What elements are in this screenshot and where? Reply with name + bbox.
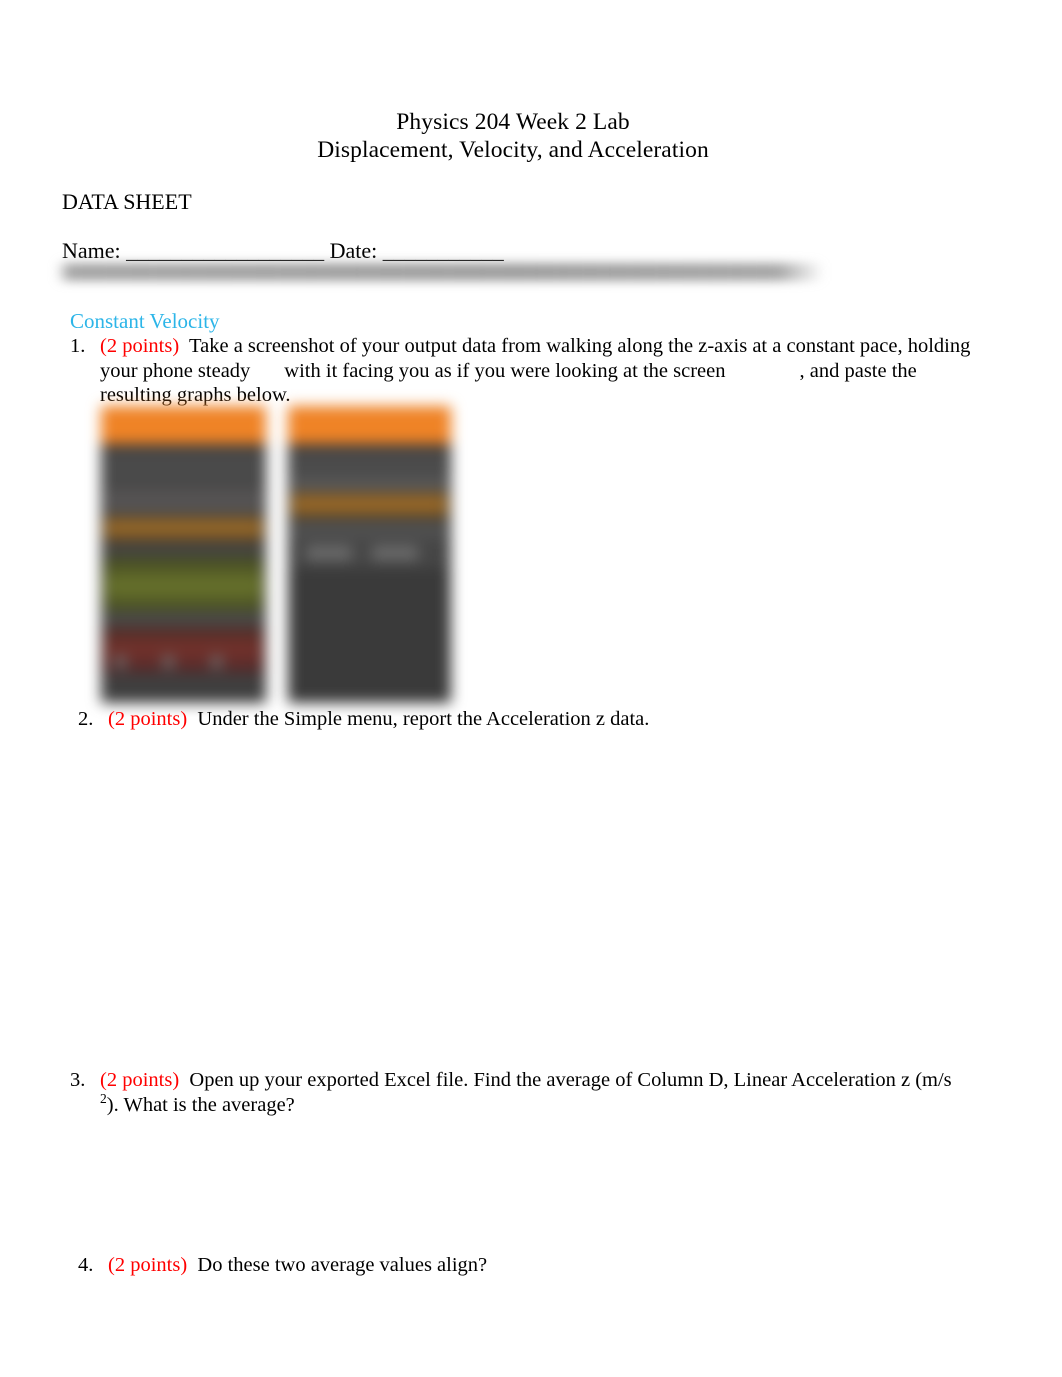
- list-item-body: (2 points) Take a screenshot of your out…: [100, 334, 982, 408]
- screenshot-1-band-b: [104, 488, 263, 514]
- list-item: 3. (2 points) Open up your exported Exce…: [70, 1068, 970, 1117]
- screenshot-1-tick: [163, 656, 174, 668]
- item-3-text-before: Open up your exported Excel file. Find t…: [189, 1069, 952, 1091]
- points-badge: (2 points): [100, 1069, 180, 1091]
- item-4-text: Do these two average values align?: [197, 1254, 488, 1276]
- screenshot-1-red-plot: [104, 626, 263, 678]
- datasheet-label: DATA SHEET: [62, 189, 192, 214]
- list-item-number: 2.: [78, 708, 94, 730]
- item-3-superscript: 2: [100, 1090, 107, 1106]
- list-item-body: (2 points) Under the Simple menu, report…: [108, 707, 958, 732]
- list-item-number: 3.: [70, 1069, 86, 1091]
- screenshot-1-orange-plot: [104, 516, 263, 542]
- list-item-body: (2 points) Open up your exported Excel f…: [100, 1068, 970, 1117]
- screenshot-1-header-bar: [101, 406, 266, 444]
- points-badge: (2 points): [108, 708, 188, 730]
- screenshot-1-green-plot: [104, 556, 263, 616]
- screenshot-2-empty-area: [291, 570, 448, 703]
- title-line-1: Physics 204 Week 2 Lab: [396, 109, 630, 135]
- item-1-text-part-2: with it facing you as if you were lookin…: [284, 359, 726, 382]
- blurred-screenshot-image-2: [288, 406, 451, 703]
- screenshot-2-value-block: [306, 546, 352, 560]
- screenshot-1-band-a: [104, 450, 263, 486]
- screenshot-2-header-bar: [288, 406, 451, 444]
- name-date-field-line: Name: __________________ Date: _________…: [62, 238, 504, 263]
- screenshot-2-band-c: [291, 520, 448, 542]
- list-item-body: (2 points) Do these two average values a…: [108, 1253, 778, 1278]
- blurred-redaction-bar: [56, 263, 824, 281]
- points-badge: (2 points): [100, 335, 180, 357]
- screenshot-1-tick: [211, 656, 222, 668]
- page-title: Physics 204 Week 2 Lab Displacement, Vel…: [0, 108, 1026, 164]
- list-item-number: 1.: [70, 335, 86, 357]
- screenshot-1-band-e: [104, 674, 263, 703]
- screenshot-2-orange-row: [291, 492, 448, 518]
- list-item: 1. (2 points) Take a screenshot of your …: [70, 334, 982, 408]
- title-line-2: Displacement, Velocity, and Acceleration: [317, 137, 709, 163]
- item-2-text: Under the Simple menu, report the Accele…: [197, 708, 650, 730]
- document-page: Physics 204 Week 2 Lab Displacement, Vel…: [0, 0, 1062, 1377]
- list-item-number: 4.: [78, 1254, 94, 1276]
- section-heading-constant-velocity: Constant Velocity: [70, 309, 220, 333]
- points-badge: (2 points): [108, 1254, 188, 1276]
- screenshot-1-tick: [115, 656, 126, 668]
- list-item: 4. (2 points) Do these two average value…: [78, 1253, 778, 1278]
- item-3-text-after: ). What is the average?: [106, 1093, 295, 1116]
- list-item: 2. (2 points) Under the Simple menu, rep…: [78, 707, 958, 732]
- blurred-screenshot-image-1: [101, 406, 266, 703]
- screenshot-2-value-block: [372, 546, 418, 560]
